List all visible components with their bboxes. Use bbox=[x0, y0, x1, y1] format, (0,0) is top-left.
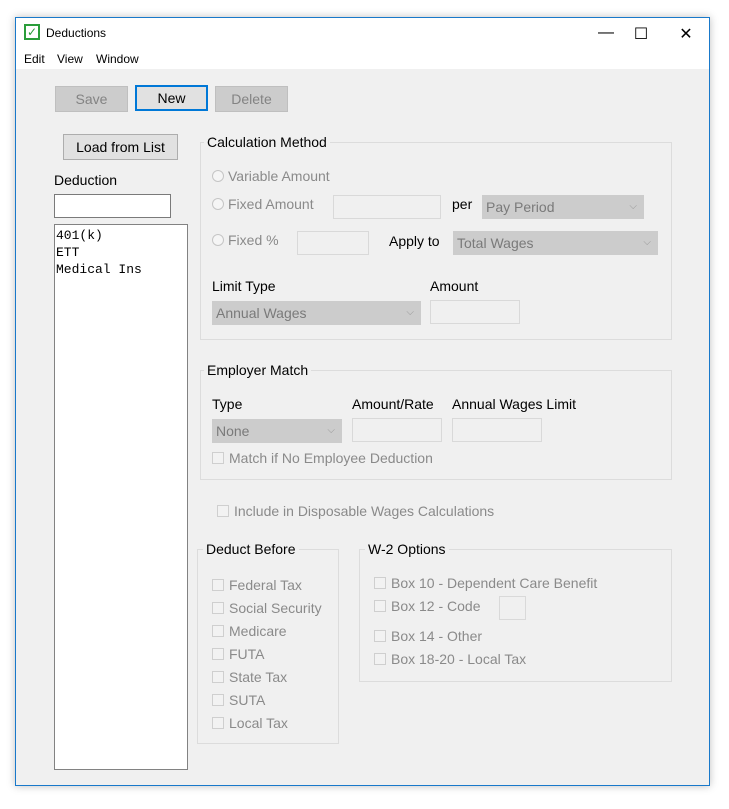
annual-wages-limit-input[interactable] bbox=[452, 418, 542, 442]
amount-rate-label: Amount/Rate bbox=[352, 396, 434, 412]
box18-20-checkbox[interactable]: Box 18-20 - Local Tax bbox=[374, 651, 526, 667]
limit-type-select[interactable]: Annual Wages ⌵ bbox=[212, 301, 421, 325]
group-title: W-2 Options bbox=[365, 541, 449, 557]
suta-checkbox[interactable]: SUTA bbox=[212, 689, 322, 712]
social-security-checkbox[interactable]: Social Security bbox=[212, 597, 322, 620]
group-title: Deduct Before bbox=[203, 541, 299, 557]
maximize-icon[interactable]: ☐ bbox=[631, 24, 651, 44]
federal-tax-checkbox[interactable]: Federal Tax bbox=[212, 574, 322, 597]
box10-checkbox[interactable]: Box 10 - Dependent Care Benefit bbox=[374, 575, 597, 591]
menu-edit[interactable]: Edit bbox=[24, 52, 45, 66]
group-title: Employer Match bbox=[204, 362, 312, 378]
limit-type-label: Limit Type bbox=[212, 278, 276, 294]
chevron-down-icon: ⌵ bbox=[327, 425, 335, 436]
disposable-wages-checkbox[interactable]: Include in Disposable Wages Calculations bbox=[217, 503, 494, 519]
save-button[interactable]: Save bbox=[55, 86, 128, 112]
deduction-label: Deduction bbox=[54, 172, 118, 188]
list-item[interactable]: ETT bbox=[56, 244, 186, 261]
menu-window[interactable]: Window bbox=[96, 52, 139, 66]
list-item[interactable]: 401(k) bbox=[56, 227, 186, 244]
title-bar: ✓ Deductions — ☐ ✕ bbox=[16, 18, 709, 49]
app-icon: ✓ bbox=[24, 24, 40, 40]
box12-code-input[interactable] bbox=[499, 596, 526, 620]
box14-checkbox[interactable]: Box 14 - Other bbox=[374, 628, 482, 644]
state-tax-checkbox[interactable]: State Tax bbox=[212, 666, 322, 689]
medicare-checkbox[interactable]: Medicare bbox=[212, 620, 322, 643]
load-from-list-button[interactable]: Load from List bbox=[63, 134, 178, 160]
new-button[interactable]: New bbox=[135, 85, 208, 111]
fixed-percent-radio[interactable]: Fixed % bbox=[212, 232, 279, 248]
chevron-down-icon: ⌵ bbox=[629, 201, 637, 212]
list-item[interactable]: Medical Ins bbox=[56, 261, 186, 278]
match-type-select[interactable]: None ⌵ bbox=[212, 419, 342, 443]
per-label: per bbox=[452, 196, 473, 212]
per-select[interactable]: Pay Period ⌵ bbox=[482, 195, 644, 219]
fixed-amount-radio[interactable]: Fixed Amount bbox=[212, 196, 314, 212]
apply-to-label: Apply to bbox=[389, 233, 440, 249]
deduction-input[interactable] bbox=[54, 194, 171, 218]
limit-amount-input[interactable] bbox=[430, 300, 520, 324]
close-icon[interactable]: ✕ bbox=[676, 24, 696, 44]
type-label: Type bbox=[212, 396, 243, 412]
futa-checkbox[interactable]: FUTA bbox=[212, 643, 322, 666]
chevron-down-icon: ⌵ bbox=[406, 307, 414, 318]
fixed-percent-input[interactable] bbox=[297, 231, 369, 255]
deduction-list[interactable]: 401(k) ETT Medical Ins bbox=[54, 224, 188, 770]
annual-wages-limit-label: Annual Wages Limit bbox=[452, 396, 576, 412]
amount-label: Amount bbox=[430, 278, 479, 294]
apply-to-select[interactable]: Total Wages ⌵ bbox=[453, 231, 658, 255]
amount-rate-input[interactable] bbox=[352, 418, 442, 442]
menu-bar: Edit View Window bbox=[16, 49, 709, 69]
window-title: Deductions bbox=[46, 26, 107, 40]
match-no-employee-checkbox[interactable]: Match if No Employee Deduction bbox=[212, 450, 433, 466]
delete-button[interactable]: Delete bbox=[215, 86, 288, 112]
menu-view[interactable]: View bbox=[57, 52, 83, 66]
minimize-icon[interactable]: — bbox=[596, 24, 616, 42]
group-title: Calculation Method bbox=[204, 134, 330, 150]
box12-checkbox[interactable]: Box 12 - Code bbox=[374, 598, 481, 614]
chevron-down-icon: ⌵ bbox=[643, 237, 651, 248]
deductions-window: ✓ Deductions — ☐ ✕ Edit View Window Save… bbox=[15, 17, 710, 786]
local-tax-checkbox[interactable]: Local Tax bbox=[212, 712, 322, 735]
fixed-amount-input[interactable] bbox=[333, 195, 441, 219]
deduct-before-list: Federal Tax Social Security Medicare FUT… bbox=[212, 574, 322, 735]
variable-amount-radio[interactable]: Variable Amount bbox=[212, 168, 330, 184]
